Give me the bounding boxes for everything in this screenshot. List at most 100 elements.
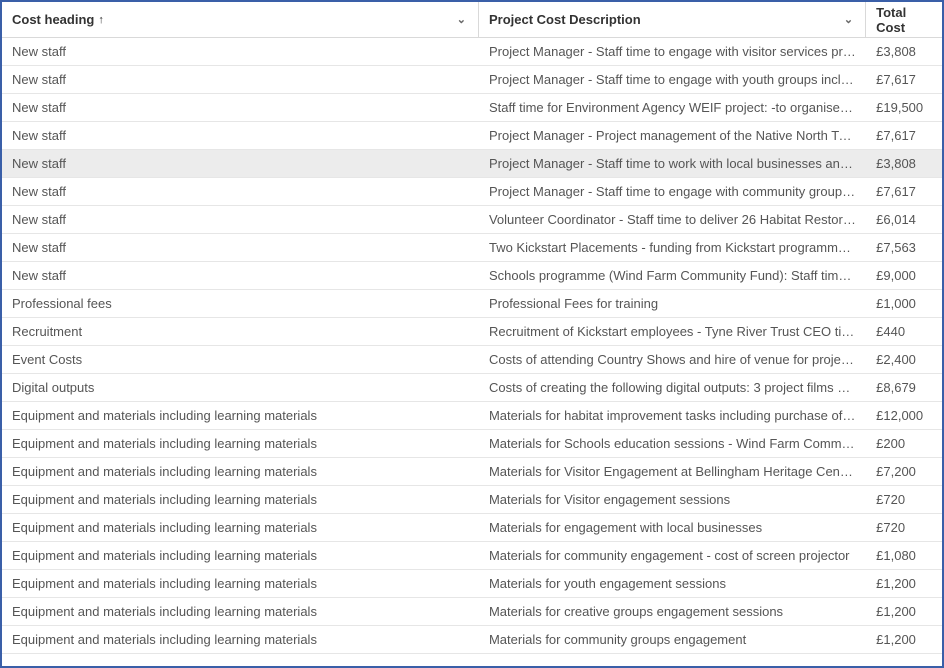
cell-total-cost: £1,000 (866, 296, 942, 311)
cell-cost-heading: Equipment and materials including learni… (2, 520, 479, 535)
cell-cost-heading: New staff (2, 128, 479, 143)
cell-description: Materials for community groups engagemen… (479, 632, 866, 647)
cell-description: Project Manager - Staff time to engage w… (479, 184, 866, 199)
column-label: Total Cost (876, 5, 932, 35)
cell-cost-heading: Equipment and materials including learni… (2, 604, 479, 619)
cell-total-cost: £7,200 (866, 464, 942, 479)
cell-total-cost: £1,200 (866, 632, 942, 647)
cell-description: Project Manager - Staff time to work wit… (479, 156, 866, 171)
cell-cost-heading: Equipment and materials including learni… (2, 576, 479, 591)
cell-cost-heading: New staff (2, 100, 479, 115)
cell-total-cost: £720 (866, 492, 942, 507)
table-row[interactable]: New staffProject Manager - Staff time to… (2, 178, 942, 206)
table-row[interactable]: Equipment and materials including learni… (2, 458, 942, 486)
cell-total-cost: £12,000 (866, 408, 942, 423)
cell-description: Materials for engagement with local busi… (479, 520, 866, 535)
cell-total-cost: £7,617 (866, 184, 942, 199)
table-row[interactable]: Equipment and materials including learni… (2, 402, 942, 430)
cell-cost-heading: Event Costs (2, 352, 479, 367)
cell-total-cost: £7,563 (866, 240, 942, 255)
cell-total-cost: £3,808 (866, 44, 942, 59)
cell-cost-heading: Equipment and materials including learni… (2, 436, 479, 451)
cell-description: Volunteer Coordinator - Staff time to de… (479, 212, 866, 227)
cell-total-cost: £3,808 (866, 156, 942, 171)
cell-description: Costs of attending Country Shows and hir… (479, 352, 866, 367)
table-row[interactable]: Event CostsCosts of attending Country Sh… (2, 346, 942, 374)
cell-cost-heading: Equipment and materials including learni… (2, 492, 479, 507)
cell-description: Project Manager - Project management of … (479, 128, 866, 143)
table-row[interactable]: New staffTwo Kickstart Placements - fund… (2, 234, 942, 262)
table-row[interactable]: Equipment and materials including learni… (2, 626, 942, 654)
cell-cost-heading: Equipment and materials including learni… (2, 548, 479, 563)
cell-total-cost: £2,400 (866, 352, 942, 367)
cell-cost-heading: Digital outputs (2, 380, 479, 395)
table-row[interactable]: New staffProject Manager - Project manag… (2, 122, 942, 150)
cell-total-cost: £200 (866, 436, 942, 451)
cell-total-cost: £8,679 (866, 380, 942, 395)
cell-description: Project Manager - Staff time to engage w… (479, 72, 866, 87)
cell-total-cost: £1,200 (866, 576, 942, 591)
table-row[interactable]: Professional feesProfessional Fees for t… (2, 290, 942, 318)
cell-description: Materials for Visitor engagement session… (479, 492, 866, 507)
cell-description: Staff time for Environment Agency WEIF p… (479, 100, 866, 115)
table-row[interactable]: Equipment and materials including learni… (2, 542, 942, 570)
cell-description: Professional Fees for training (479, 296, 866, 311)
table-row[interactable]: New staffProject Manager - Staff time to… (2, 66, 942, 94)
column-label: Project Cost Description (489, 12, 641, 27)
chevron-down-icon[interactable]: ⌄ (457, 13, 468, 26)
cell-total-cost: £1,080 (866, 548, 942, 563)
cell-cost-heading: New staff (2, 44, 479, 59)
cell-total-cost: £720 (866, 520, 942, 535)
column-header-total-cost[interactable]: Total Cost (866, 2, 942, 37)
cell-cost-heading: Equipment and materials including learni… (2, 632, 479, 647)
cell-description: Two Kickstart Placements - funding from … (479, 240, 866, 255)
cell-description: Materials for youth engagement sessions (479, 576, 866, 591)
cell-description: Schools programme (Wind Farm Community F… (479, 268, 866, 283)
table-row[interactable]: New staffSchools programme (Wind Farm Co… (2, 262, 942, 290)
cell-cost-heading: Equipment and materials including learni… (2, 464, 479, 479)
cell-description: Costs of creating the following digital … (479, 380, 866, 395)
table-row[interactable]: Equipment and materials including learni… (2, 430, 942, 458)
cell-total-cost: £440 (866, 324, 942, 339)
cell-cost-heading: New staff (2, 240, 479, 255)
cell-cost-heading: New staff (2, 184, 479, 199)
cell-cost-heading: Professional fees (2, 296, 479, 311)
cell-cost-heading: New staff (2, 156, 479, 171)
data-grid: Cost heading ↑ ⌄ Project Cost Descriptio… (2, 2, 942, 654)
cell-cost-heading: New staff (2, 268, 479, 283)
cell-total-cost: £9,000 (866, 268, 942, 283)
cell-cost-heading: New staff (2, 72, 479, 87)
cell-total-cost: £1,200 (866, 604, 942, 619)
table-row[interactable]: Digital outputsCosts of creating the fol… (2, 374, 942, 402)
cell-description: Project Manager - Staff time to engage w… (479, 44, 866, 59)
sort-ascending-icon: ↑ (98, 14, 104, 26)
table-row[interactable]: New staffProject Manager - Staff time to… (2, 38, 942, 66)
cell-description: Materials for Visitor Engagement at Bell… (479, 464, 866, 479)
column-header-cost-heading[interactable]: Cost heading ↑ ⌄ (2, 2, 479, 37)
table-row[interactable]: New staffStaff time for Environment Agen… (2, 94, 942, 122)
table-row[interactable]: Equipment and materials including learni… (2, 598, 942, 626)
column-header-description[interactable]: Project Cost Description ⌄ (479, 2, 866, 37)
table-header-row: Cost heading ↑ ⌄ Project Cost Descriptio… (2, 2, 942, 38)
cell-total-cost: £7,617 (866, 72, 942, 87)
table-row[interactable]: New staffVolunteer Coordinator - Staff t… (2, 206, 942, 234)
cell-description: Materials for habitat improvement tasks … (479, 408, 866, 423)
table-body: New staffProject Manager - Staff time to… (2, 38, 942, 654)
cell-cost-heading: New staff (2, 212, 479, 227)
column-label: Cost heading (12, 12, 94, 27)
cell-cost-heading: Equipment and materials including learni… (2, 408, 479, 423)
table-row[interactable]: Equipment and materials including learni… (2, 514, 942, 542)
cell-description: Materials for creative groups engagement… (479, 604, 866, 619)
cell-total-cost: £19,500 (866, 100, 942, 115)
table-row[interactable]: Equipment and materials including learni… (2, 570, 942, 598)
table-row[interactable]: Equipment and materials including learni… (2, 486, 942, 514)
chevron-down-icon[interactable]: ⌄ (844, 13, 855, 26)
cell-total-cost: £6,014 (866, 212, 942, 227)
cell-description: Materials for Schools education sessions… (479, 436, 866, 451)
table-row[interactable]: New staffProject Manager - Staff time to… (2, 150, 942, 178)
cell-description: Materials for community engagement - cos… (479, 548, 866, 563)
table-row[interactable]: RecruitmentRecruitment of Kickstart empl… (2, 318, 942, 346)
cell-description: Recruitment of Kickstart employees - Tyn… (479, 324, 866, 339)
cell-cost-heading: Recruitment (2, 324, 479, 339)
cell-total-cost: £7,617 (866, 128, 942, 143)
